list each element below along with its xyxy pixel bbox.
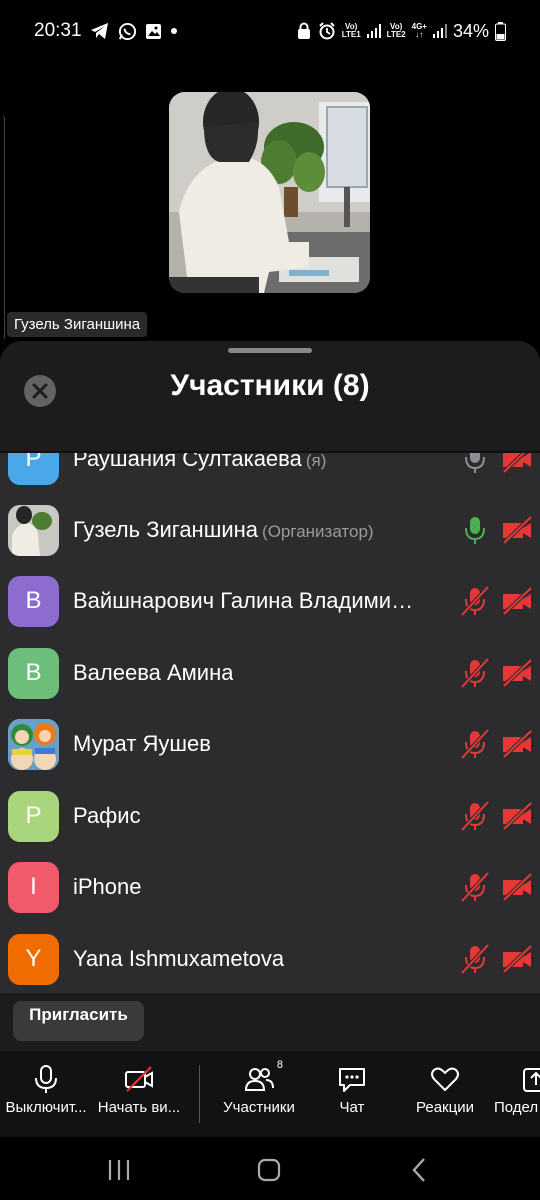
camera-off-icon[interactable]	[500, 453, 534, 476]
participants-sheet: Участники (8) Р Раушания Султакаева (я) Г…	[0, 341, 540, 1051]
gallery-icon	[145, 23, 162, 40]
start-video-label: Начать ви...	[97, 1099, 181, 1116]
participant-row[interactable]: I iPhone	[0, 851, 540, 923]
mic-active-icon[interactable]	[458, 513, 492, 547]
alarm-icon	[318, 22, 336, 40]
mic-icon[interactable]	[458, 453, 492, 476]
participant-role: (я)	[305, 453, 327, 470]
microphone-icon	[35, 1065, 57, 1093]
start-video-button[interactable]: Начать ви...	[89, 1063, 189, 1116]
status-bar: 20:31 Vo) LTE1 Vo) LTE2 4G+ ↓↑ 34%	[0, 0, 540, 62]
participant-row[interactable]: Р Раушания Султакаева (я)	[0, 453, 540, 495]
participant-name: Валеева Амина	[73, 660, 234, 685]
camera-off-icon[interactable]	[500, 799, 534, 833]
recent-apps-icon[interactable]	[104, 1155, 134, 1185]
participant-row[interactable]: Гузель Зиганшина (Организатор)	[0, 494, 540, 566]
invite-button[interactable]: Пригласить	[13, 1001, 144, 1041]
participant-name: Мурат Яушев	[73, 731, 211, 756]
invite-area: Пригласить	[0, 993, 540, 1051]
avatar: В	[8, 575, 59, 627]
participant-name: Вайшнарович Галина Владимировна	[73, 588, 418, 613]
video-area[interactable]: Гузель Зиганшина	[0, 62, 540, 342]
participant-row[interactable]: Р Рафис	[0, 780, 540, 852]
signal-sim2-icon	[432, 24, 447, 38]
share-button[interactable]: Подел	[462, 1063, 540, 1116]
avatar: В	[8, 647, 59, 699]
avatar: Р	[8, 790, 59, 842]
left-edge-handle[interactable]	[0, 115, 5, 340]
mic-muted-icon[interactable]	[458, 656, 492, 690]
avatar: Р	[8, 453, 59, 485]
participant-role: (Организатор)	[262, 522, 374, 541]
volte-sim2-icon: Vo) LTE2	[386, 22, 406, 39]
notification-dot-icon	[170, 27, 178, 35]
mic-muted-icon[interactable]	[458, 799, 492, 833]
system-nav-bar	[0, 1137, 540, 1200]
sheet-drag-handle[interactable]	[228, 348, 312, 353]
mic-muted-icon[interactable]	[458, 584, 492, 618]
participant-name: Раушания Султакаева	[73, 453, 302, 471]
participants-button[interactable]: 8 Участники	[209, 1059, 309, 1116]
mic-muted-icon[interactable]	[458, 870, 492, 904]
participant-name: Гузель Зиганшина	[73, 517, 259, 542]
camera-off-icon	[125, 1066, 153, 1092]
participant-row[interactable]: В Валеева Амина	[0, 637, 540, 709]
participants-count-badge: 8	[276, 1059, 283, 1071]
participant-name: iPhone	[73, 874, 142, 899]
battery-percent: 34%	[452, 20, 489, 41]
volte-sim1-icon: Vo) LTE1	[341, 22, 361, 39]
chat-icon	[339, 1068, 365, 1092]
participant-row[interactable]: Y Yana Ishmuxametova	[0, 923, 540, 993]
participants-label: Участники	[223, 1099, 295, 1116]
mute-label: Выключит...	[5, 1099, 87, 1116]
participant-row[interactable]: Мурат Яушев	[0, 708, 540, 780]
network-type-icon: 4G+ ↓↑	[411, 22, 427, 39]
battery-icon	[495, 21, 506, 41]
camera-off-icon[interactable]	[500, 584, 534, 618]
lock-icon	[296, 22, 312, 40]
mic-muted-icon[interactable]	[458, 942, 492, 976]
camera-off-icon[interactable]	[500, 727, 534, 761]
share-label: Подел	[494, 1099, 539, 1116]
heart-icon	[431, 1067, 459, 1091]
participant-name: Рафис	[73, 803, 141, 828]
avatar: I	[8, 861, 59, 913]
back-icon[interactable]	[405, 1155, 435, 1185]
participants-list[interactable]: Р Раушания Султакаева (я) Гузель Зиганшин…	[0, 453, 540, 993]
active-speaker-video[interactable]	[169, 92, 370, 293]
speaker-name-tag: Гузель Зиганшина	[7, 312, 148, 337]
camera-off-icon[interactable]	[500, 513, 534, 547]
chat-button[interactable]: Чат	[302, 1063, 402, 1116]
participant-row[interactable]: В Вайшнарович Галина Владимировна	[0, 565, 540, 637]
camera-off-icon[interactable]	[500, 656, 534, 690]
status-time: 20:31	[34, 20, 82, 41]
whatsapp-icon	[118, 22, 137, 41]
participant-name: Yana Ishmuxametova	[73, 946, 285, 971]
mic-muted-icon[interactable]	[458, 727, 492, 761]
avatar	[8, 718, 59, 770]
toolbar-divider	[199, 1065, 200, 1123]
sheet-title: Участники (8)	[170, 369, 370, 402]
camera-off-icon[interactable]	[500, 942, 534, 976]
chat-label: Чат	[339, 1099, 365, 1116]
camera-off-icon[interactable]	[500, 870, 534, 904]
share-icon	[523, 1068, 540, 1092]
meeting-toolbar: Выключит... Начать ви... 8 Участники Чат…	[0, 1051, 540, 1137]
home-icon[interactable]	[254, 1155, 284, 1185]
avatar: Y	[8, 933, 59, 985]
signal-sim1-icon	[366, 24, 381, 38]
telegram-icon	[90, 22, 110, 40]
mute-button[interactable]: Выключит...	[0, 1063, 96, 1116]
participants-icon: 8	[243, 1059, 283, 1095]
avatar	[8, 504, 59, 556]
